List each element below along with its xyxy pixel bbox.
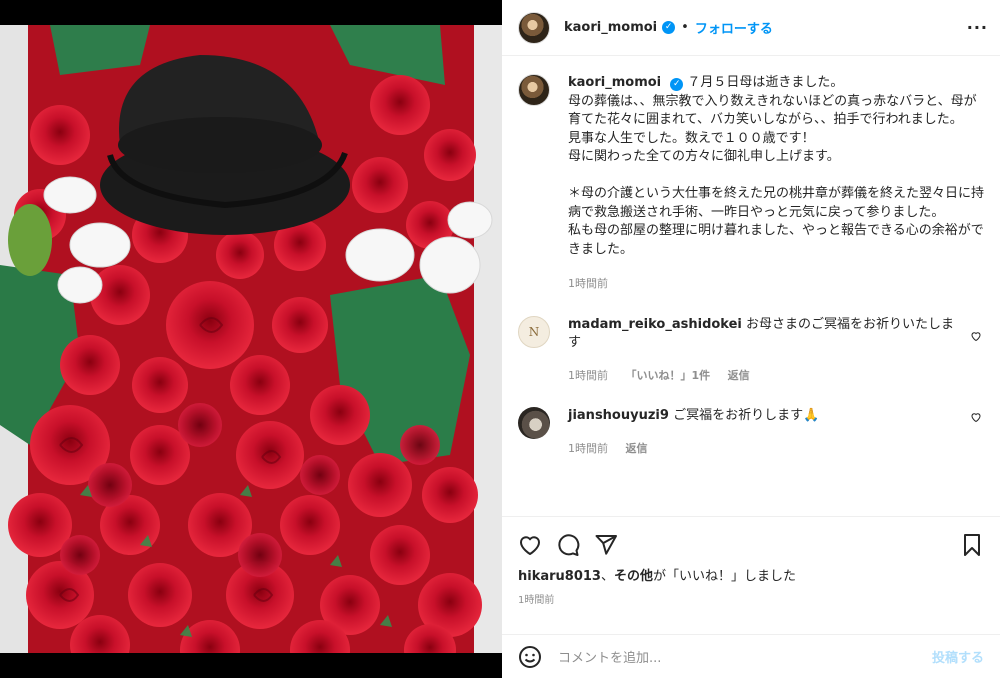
commenter-username[interactable]: jianshouyuzi9 bbox=[568, 408, 669, 423]
comment-bubble-icon[interactable] bbox=[556, 533, 580, 557]
post-photo-illustration bbox=[0, 25, 502, 653]
share-paper-plane-icon[interactable] bbox=[594, 533, 618, 557]
reply-button[interactable]: 返信 bbox=[626, 442, 648, 455]
comment-like-heart-icon[interactable] bbox=[970, 330, 982, 342]
post-timestamp[interactable]: 1時間前 bbox=[518, 591, 984, 606]
liked-by-others[interactable]: その他 bbox=[614, 569, 653, 584]
comment-item: N madam_reiko_ashidokei お母さまのご冥福をお祈りいたしま… bbox=[518, 315, 984, 386]
comment-input[interactable]: コメントを追加... bbox=[558, 647, 932, 666]
comment-like-heart-icon[interactable] bbox=[970, 411, 982, 423]
caption-first-line: ７月５日母は逝きました。 bbox=[687, 75, 844, 90]
follow-button[interactable]: フォローする bbox=[695, 18, 773, 37]
like-heart-icon[interactable] bbox=[518, 533, 542, 557]
author-avatar[interactable] bbox=[518, 11, 550, 44]
more-horizontal-icon[interactable]: ··· bbox=[967, 18, 988, 37]
post-image[interactable] bbox=[0, 25, 502, 653]
post-comment-button[interactable]: 投稿する bbox=[932, 647, 984, 666]
post-detail-panel: kaori_momoi ✓ • フォローする ··· kaori_momoi ✓… bbox=[502, 0, 1000, 678]
liked-by-username[interactable]: hikaru8013 bbox=[518, 569, 601, 584]
caption-author-avatar[interactable] bbox=[518, 74, 550, 106]
caption-username[interactable]: kaori_momoi bbox=[568, 75, 661, 90]
comment-item: jianshouyuzi9 ご冥福をお祈りします🙏 1時間前 返信 bbox=[518, 407, 984, 458]
reply-button[interactable]: 返信 bbox=[728, 369, 750, 382]
separator-dot: • bbox=[681, 20, 689, 35]
bookmark-icon[interactable] bbox=[960, 533, 984, 557]
liked-by-text: hikaru8013、その他が「いいね！」しました bbox=[518, 565, 984, 584]
add-comment-bar: コメントを追加... 投稿する bbox=[502, 634, 1000, 678]
verified-badge-icon: ✓ bbox=[662, 21, 676, 34]
emoji-smiley-icon[interactable] bbox=[518, 645, 542, 669]
liked-by-separator: 、 bbox=[600, 569, 614, 584]
comment-timestamp[interactable]: 1時間前 bbox=[568, 369, 608, 382]
caption: kaori_momoi ✓ ７月５日母は逝きました。 母の葬儀は、、無宗教で入り… bbox=[518, 74, 984, 294]
commenter-avatar[interactable]: N bbox=[518, 315, 550, 348]
commenter-username[interactable]: madam_reiko_ashidokei bbox=[568, 317, 742, 332]
author-username[interactable]: kaori_momoi bbox=[564, 20, 657, 35]
comment-timestamp[interactable]: 1時間前 bbox=[568, 442, 608, 455]
comment-text: ご冥福をお祈りします🙏 bbox=[673, 408, 820, 423]
caption-timestamp[interactable]: 1時間前 bbox=[568, 277, 608, 290]
post-header: kaori_momoi ✓ • フォローする ··· bbox=[502, 0, 1000, 56]
media-panel bbox=[0, 0, 502, 678]
commenter-avatar[interactable] bbox=[518, 407, 550, 439]
post-actions: hikaru8013、その他が「いいね！」しました 1時間前 bbox=[502, 516, 1000, 606]
caption-text: 母の葬儀は、、無宗教で入り数えきれないほどの真っ赤なバラと、母が育てた花々に囲ま… bbox=[568, 93, 985, 257]
comments-area[interactable]: kaori_momoi ✓ ７月５日母は逝きました。 母の葬儀は、、無宗教で入り… bbox=[502, 56, 1000, 516]
commenter-avatar-text: N bbox=[528, 324, 540, 339]
verified-badge-icon: ✓ bbox=[670, 78, 684, 91]
liked-by-suffix: が「いいね！」しました bbox=[653, 569, 797, 584]
comment-likes-count[interactable]: 「いいね！」1件 bbox=[626, 369, 711, 382]
